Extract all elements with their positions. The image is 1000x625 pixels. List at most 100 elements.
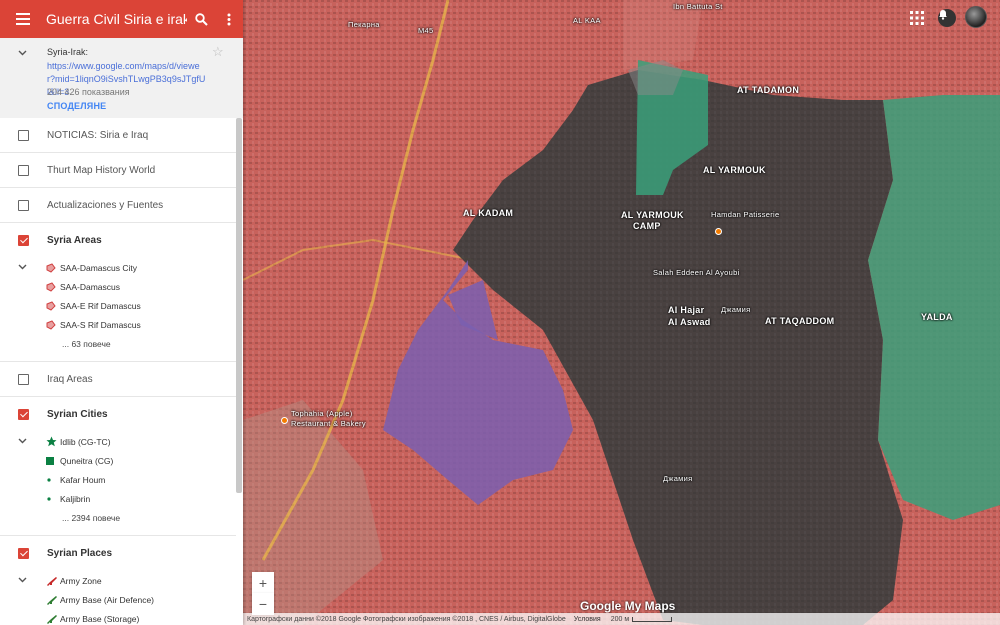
map-label-hamdan: Hamdan Patisserie [711,210,780,219]
layer-label: Syrian Cities [47,409,108,420]
avatar[interactable] [965,6,987,28]
layer-checkbox[interactable] [18,548,29,559]
app-root: Guerra Civil Siria e irak Syria-Irak: ☆ … [0,0,1000,625]
app-header: Guerra Civil Siria e irak [0,0,243,38]
map-label-dzhamiya: Джамия [721,305,751,314]
list-item[interactable]: Idlib (CG-TC) [0,432,236,451]
item-label: Army Zone [60,575,102,586]
more-items-link[interactable]: ... 63 повече [0,334,236,353]
layer-syrian-cities[interactable]: Syrian Cities [0,397,236,432]
map-label-al-kadam: AL KADAM [463,208,514,218]
list-item[interactable]: SAA-Damascus [0,277,236,296]
poi-marker-icon[interactable] [715,228,722,235]
layer-label: Syria Areas [47,235,102,246]
terms-link[interactable]: Условия [574,616,601,623]
map-attribution-bar: Картографски данни ©2018 Google Фотограф… [243,613,1000,625]
list-item[interactable]: Quneitra (CG) [0,451,236,470]
notifications-icon[interactable] [938,9,956,27]
square-marker-icon [46,456,60,465]
zoom-out-button[interactable]: − [252,593,274,615]
item-label: Kafar Houm [60,474,106,485]
star-icon[interactable]: ☆ [212,44,224,60]
list-item[interactable]: Kaljibrin [0,489,236,508]
dot-marker-icon [46,477,60,483]
map-label-at-taqaddom: AT TAQADDOM [765,316,835,326]
layer-label: Syrian Places [47,548,113,559]
map-label-al-kaa: AL KAA [573,16,601,25]
item-label: SAA-Damascus [60,281,120,292]
map-info-panel: Syria-Irak: ☆ https://www.google.com/map… [0,38,243,118]
layer-checkbox[interactable] [18,235,29,246]
layer-label: Actualizaciones y Fuentes [47,199,164,211]
view-count: 204 426 показвания [47,87,130,97]
map-label-al-yarmouk: AL YARMOUK [703,165,766,175]
list-item[interactable]: Army Base (Air Defence) [0,590,236,609]
list-item[interactable]: Kafar Houm [0,470,236,489]
list-item[interactable]: Army Zone [0,571,236,590]
list-item[interactable]: SAA-E Rif Damascus [0,296,236,315]
layer-noticias[interactable]: NOTICIAS: Siria e Iraq [0,118,236,153]
item-label: Army Base (Storage) [60,613,140,624]
layer-checkbox[interactable] [18,199,29,211]
apps-grid-icon[interactable] [909,10,925,26]
map-label-al-aswad: Al Aswad [668,317,711,327]
layer-syria-areas[interactable]: Syria Areas [0,223,236,258]
map-label-yarmouk-camp: AL YARMOUK [621,210,684,220]
item-label: Kaljibrin [60,493,91,504]
rifle-icon [46,614,60,624]
layer-group-syrian-cities: Syrian Cities Idlib (CG-TC) Quneitra (CG… [0,397,236,536]
layer-group-syrian-places: Syrian Places Army Zone Army Base (Air D… [0,536,236,625]
menu-icon[interactable] [0,0,46,38]
layer-actualizaciones[interactable]: Actualizaciones y Fuentes [0,188,236,223]
layer-checkbox[interactable] [18,409,29,420]
item-label: SAA-Damascus City [60,262,137,273]
rifle-icon [46,576,60,586]
map-title: Guerra Civil Siria e irak [46,11,187,27]
sidebar-scrollbar[interactable] [236,118,242,493]
dot-marker-icon [46,496,60,502]
more-items-link[interactable]: ... 2394 повече [0,508,236,527]
layer-label: NOTICIAS: Siria e Iraq [47,129,149,141]
map-label-dzhamiya-2: Джамия [663,474,693,483]
chevron-down-icon[interactable] [18,48,27,58]
map-label-yarmouk-camp-2: CAMP [633,221,661,231]
map-label-salah: Salah Eddeen Al Ayoubi [653,268,740,277]
chevron-down-icon[interactable] [18,436,27,446]
layer-syrian-places[interactable]: Syrian Places [0,536,236,571]
item-label: SAA-S Rif Damascus [60,319,141,330]
map-label-pekarna: Пекарна [348,20,380,29]
map-label-yalda: YALDA [921,312,953,322]
rifle-icon [46,595,60,605]
map-overlay [243,0,1000,625]
share-button[interactable]: СПОДЕЛЯНЕ [47,101,106,111]
map-label-al-hajar: Al Hajar [668,305,705,315]
map-name: Syria-Irak: [47,47,89,57]
list-item[interactable]: Army Base (Storage) [0,609,236,625]
chevron-down-icon[interactable] [18,575,27,585]
map-label-at-tadamon: AT TADAMON [737,85,800,95]
polygon-icon [46,281,60,292]
google-my-maps-logo: Google My Maps [580,599,676,613]
polygon-icon [46,319,60,330]
poi-marker-icon[interactable] [281,417,288,424]
scale-label: 200 м [610,615,630,623]
layer-checkbox[interactable] [18,373,29,385]
map-canvas[interactable]: AL KAA Ibn Battuta St AT TADAMON AL YARM… [243,0,1000,625]
list-item[interactable]: SAA-Damascus City [0,258,236,277]
layer-checkbox[interactable] [18,164,29,176]
map-label-m45: M45 [418,26,434,35]
layer-label: Thurt Map History World [47,164,156,176]
map-label-tophahia-2: Restaurant & Bakery [291,419,366,428]
scale-bar [632,616,673,622]
attribution-text: Картографски данни ©2018 Google Фотограф… [247,615,566,623]
more-label: ... 2394 повече [62,512,121,523]
layer-checkbox[interactable] [18,129,29,141]
chevron-down-icon[interactable] [18,262,27,272]
list-item[interactable]: SAA-S Rif Damascus [0,315,236,334]
layer-iraq-areas[interactable]: Iraq Areas [0,362,236,397]
layer-thurt-map[interactable]: Thurt Map History World [0,153,236,188]
zoom-in-button[interactable]: + [252,572,274,594]
more-vert-icon[interactable] [215,0,243,38]
search-icon[interactable] [187,0,215,38]
polygon-icon [46,262,60,273]
